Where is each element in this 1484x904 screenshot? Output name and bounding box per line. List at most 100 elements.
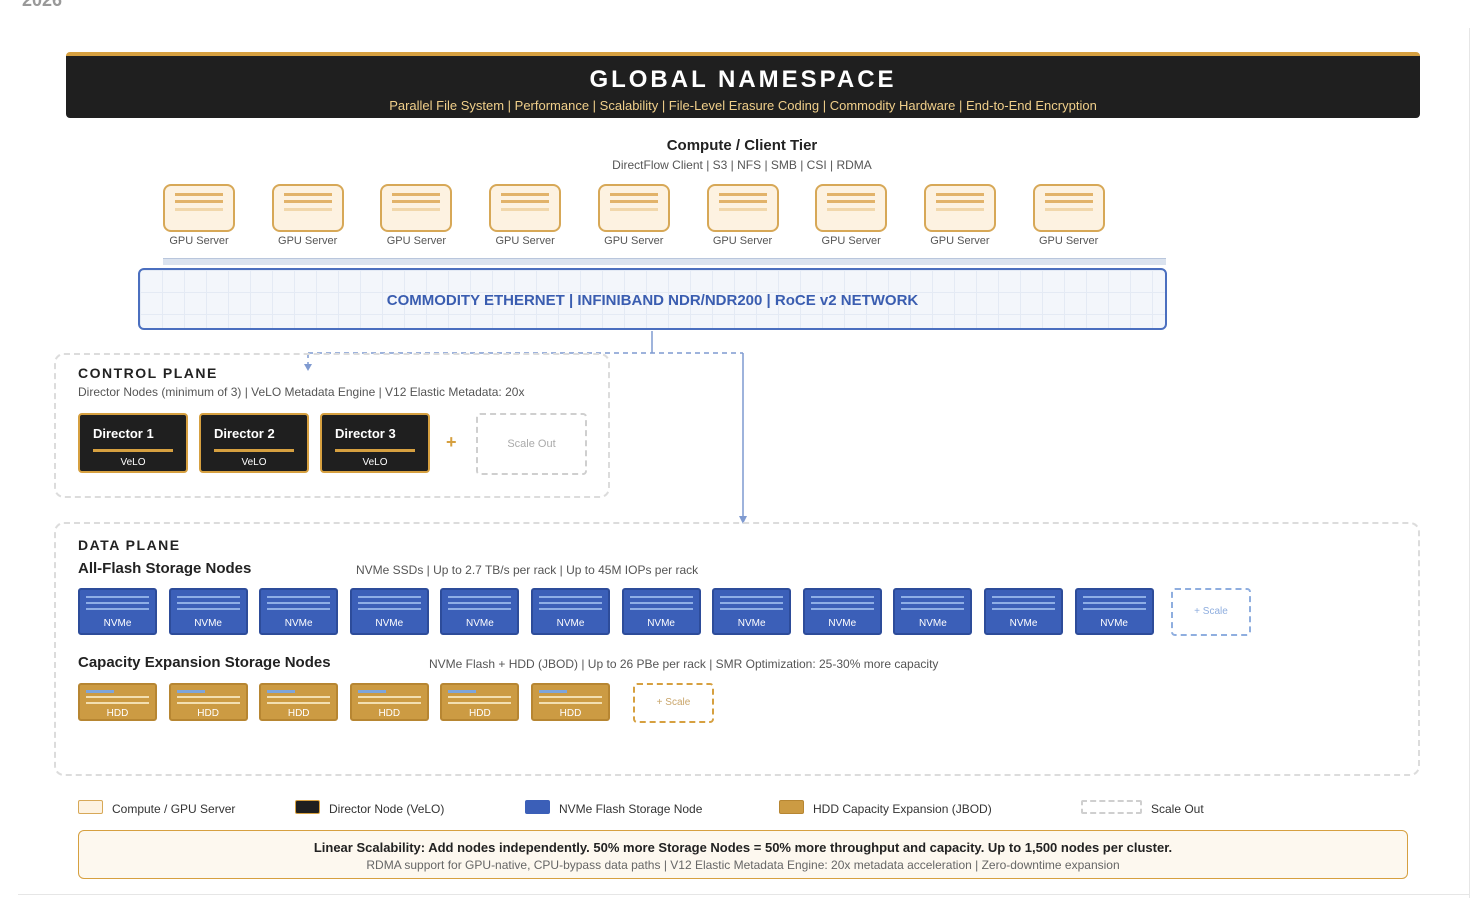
- nvme-node-bar: [1082, 608, 1146, 610]
- nvme-node-bar: [992, 608, 1055, 610]
- hdd-node-label: HDD: [287, 708, 310, 719]
- hdd-node-bar: [86, 696, 149, 698]
- capacity-subtitle: NVMe Flash + HDD (JBOD) | Up to 26 PBe p…: [429, 657, 939, 671]
- hdd-node-bar: [267, 696, 331, 698]
- nvme-node-label: NVMe: [1009, 618, 1038, 629]
- legend-swatch: [779, 800, 804, 814]
- hdd-scale-placeholder: + Scale: [633, 683, 714, 723]
- director-node: Director 3 VeLO: [320, 413, 430, 473]
- control-plane-title: CONTROL PLANE: [78, 365, 218, 381]
- nvme-node-bar: [539, 602, 602, 604]
- nvme-node: NVMe: [168, 588, 248, 635]
- hdd-node-indicator: [86, 690, 114, 693]
- nvme-node-bar: [267, 608, 331, 610]
- director-name: Director 3: [335, 426, 396, 441]
- director-engine: VeLO: [241, 457, 267, 468]
- nvme-node-label: NVMe: [284, 618, 313, 629]
- nvme-node-bar: [267, 596, 331, 598]
- director-scale-out: Scale Out: [476, 413, 587, 475]
- nvme-node-label: NVMe: [375, 618, 404, 629]
- legend-swatch: [295, 800, 320, 814]
- footer-sub-text: RDMA support for GPU-native, CPU-bypass …: [366, 858, 1120, 872]
- hdd-node-bar: [448, 696, 512, 698]
- all-flash-title: All-Flash Storage Nodes: [78, 560, 252, 577]
- hdd-node: HDD: [78, 683, 157, 721]
- nvme-node-label: NVMe: [737, 618, 766, 629]
- nvme-node-bar: [86, 602, 149, 604]
- hdd-node-label: HDD: [197, 708, 219, 719]
- hdd-node: HDD: [259, 683, 339, 721]
- all-flash-subtitle: NVMe SSDs | Up to 2.7 TB/s per rack | Up…: [356, 563, 699, 577]
- nvme-node-bar: [1082, 602, 1146, 604]
- hdd-node-label: HDD: [378, 708, 401, 719]
- hdd-node: HDD: [349, 683, 429, 721]
- nvme-node-bar: [901, 602, 965, 604]
- nvme-node-bar: [539, 608, 602, 610]
- hdd-node-indicator: [357, 690, 386, 693]
- scalability-footer: Linear Scalability: Add nodes independen…: [78, 830, 1408, 879]
- nvme-node-label: NVMe: [918, 618, 947, 629]
- nvme-node: NVMe: [440, 588, 520, 635]
- hdd-node-indicator: [267, 690, 296, 693]
- director-name: Director 1: [93, 426, 154, 441]
- hdd-node-bar: [539, 696, 602, 698]
- director-node: Director 2 VeLO: [199, 413, 309, 473]
- nvme-node-bar: [992, 596, 1055, 598]
- hdd-node-bar: [357, 696, 421, 698]
- nvme-node-bar: [357, 596, 421, 598]
- nvme-node-bar: [86, 608, 149, 610]
- nvme-node: NVMe: [712, 588, 792, 635]
- nvme-node: NVMe: [893, 588, 973, 635]
- nvme-node: NVMe: [621, 588, 701, 635]
- nvme-node-bar: [176, 608, 240, 610]
- legend-label: Director Node (VeLO): [329, 802, 445, 816]
- capacity-title: Capacity Expansion Storage Nodes: [78, 654, 331, 671]
- data-plane-title: DATA PLANE: [78, 537, 181, 553]
- nvme-node: NVMe: [802, 588, 882, 635]
- hdd-node-bar: [267, 702, 331, 704]
- nvme-node-label: NVMe: [465, 618, 494, 629]
- nvme-node-bar: [810, 596, 874, 598]
- legend-label: Scale Out: [1151, 802, 1204, 816]
- nvme-node-bar: [267, 602, 331, 604]
- director-name: Director 2: [214, 426, 275, 441]
- nvme-node-bar: [357, 602, 421, 604]
- nvme-node-bar: [539, 596, 602, 598]
- nvme-node-label: NVMe: [647, 618, 675, 629]
- legend-swatch: [1081, 800, 1142, 814]
- nvme-node-bar: [720, 602, 784, 604]
- nvme-node-bar: [810, 608, 874, 610]
- nvme-node-bar: [629, 596, 693, 598]
- director-bar: [335, 449, 415, 452]
- nvme-node-label: NVMe: [194, 618, 222, 629]
- nvme-node-bar: [901, 596, 965, 598]
- nvme-node-bar: [629, 602, 693, 604]
- legend-label: HDD Capacity Expansion (JBOD): [813, 802, 992, 816]
- nvme-node-bar: [176, 602, 240, 604]
- hdd-node: HDD: [440, 683, 520, 721]
- director-engine: VeLO: [362, 457, 388, 468]
- legend-label: Compute / GPU Server: [112, 802, 236, 816]
- nvme-node-label: NVMe: [828, 618, 857, 629]
- nvme-node-label: NVMe: [1100, 618, 1128, 629]
- nvme-node-bar: [357, 608, 421, 610]
- hdd-node-label: HDD: [469, 708, 491, 719]
- nvme-node: NVMe: [349, 588, 429, 635]
- nvme-node: NVMe: [1074, 588, 1154, 635]
- hdd-node-label: HDD: [559, 708, 582, 719]
- nvme-node-bar: [448, 602, 512, 604]
- nvme-scale-placeholder: + Scale: [1171, 588, 1251, 636]
- nvme-node-bar: [992, 602, 1055, 604]
- data-plane-box: [54, 522, 1420, 776]
- hdd-node-label: HDD: [106, 708, 129, 719]
- nvme-node-label: NVMe: [103, 618, 132, 629]
- footer-main-text: Linear Scalability: Add nodes independen…: [313, 840, 1173, 855]
- hdd-node-bar: [86, 702, 149, 704]
- hdd-node-indicator: [539, 690, 567, 693]
- director-node: Director 1 VeLO: [78, 413, 188, 473]
- legend-swatch: [525, 800, 550, 814]
- nvme-node-bar: [720, 596, 784, 598]
- hdd-node: HDD: [168, 683, 248, 721]
- nvme-node-label: NVMe: [556, 618, 585, 629]
- hdd-node-bar: [357, 702, 421, 704]
